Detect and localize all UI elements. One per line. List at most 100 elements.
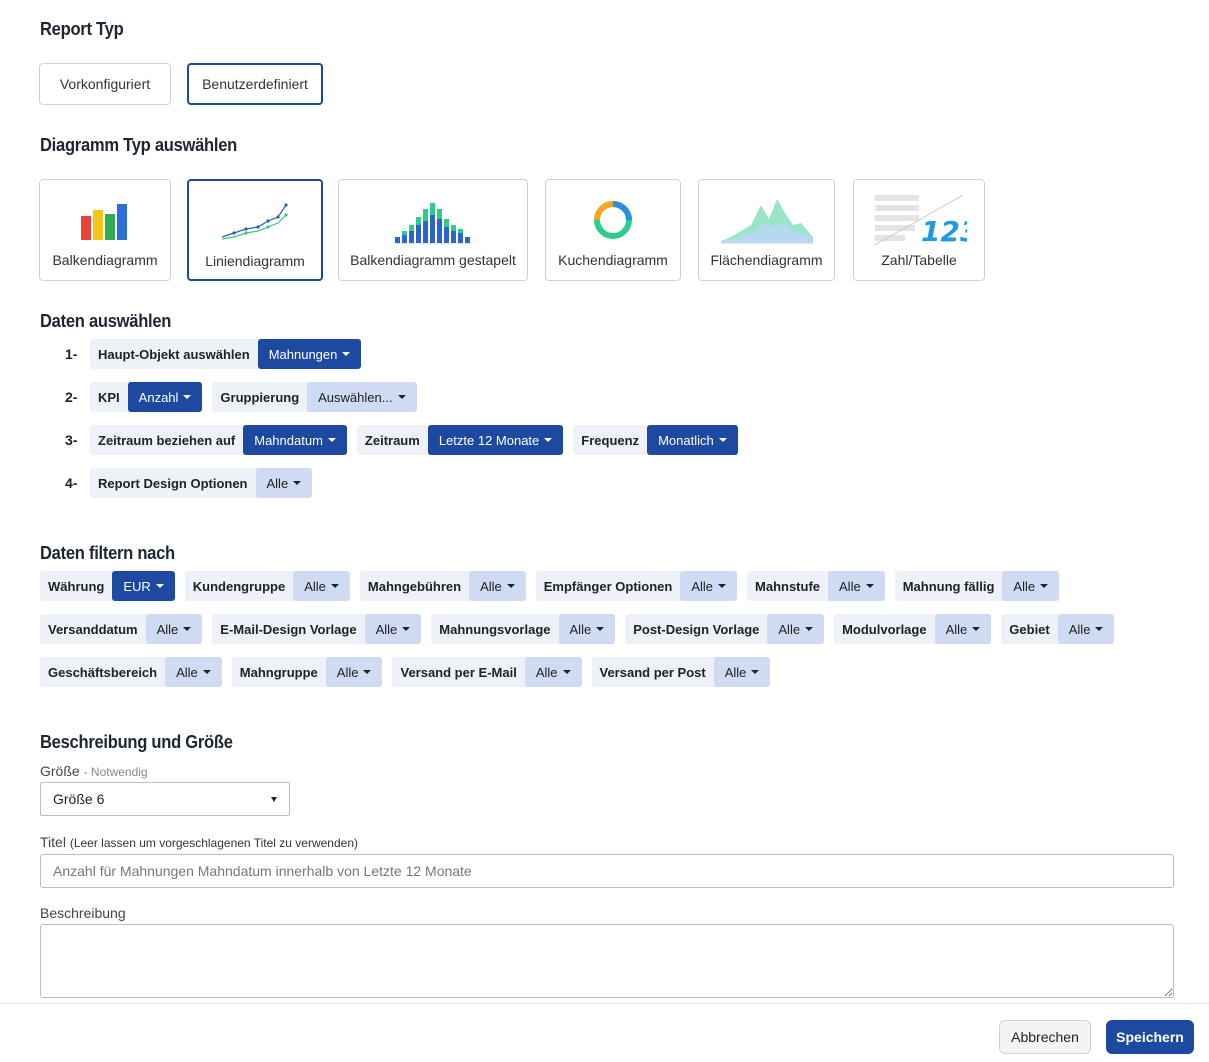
field-label: Gruppierung — [220, 389, 300, 405]
chevron-down-icon — [271, 796, 277, 802]
field-label: Geschäftsbereich — [48, 664, 158, 680]
step-number: 3- — [65, 432, 78, 448]
versand-per-post-dropdown[interactable]: Alle — [713, 657, 771, 687]
versanddatum-dropdown[interactable]: Alle — [145, 614, 203, 644]
report-type-title: Report Typ — [40, 19, 124, 39]
preconfigured-button[interactable]: Vorkonfiguriert — [39, 63, 171, 105]
data-field-frequenz: Frequenz Monatlich — [573, 425, 738, 455]
chart-card-number-table[interactable]: 123 Zahl/Tabelle — [853, 179, 985, 281]
filter-modulvorlage: Modulvorlage Alle — [834, 614, 992, 644]
report-design-optionen-dropdown[interactable]: Alle — [255, 468, 313, 498]
dropdown-value: Alle — [569, 621, 592, 637]
dropdown-value: Monatlich — [658, 432, 714, 448]
stacked-bar-chart-icon — [339, 188, 527, 252]
chart-card-area[interactable]: Flächendiagramm — [698, 179, 835, 281]
size-label: Größe - Notwendig — [40, 763, 148, 779]
size-select-value: Größe 6 — [53, 791, 105, 807]
field-label: Zeitraum — [364, 432, 420, 448]
save-button[interactable]: Speichern — [1106, 1020, 1194, 1054]
filter-e-mail-design-vorlage: E-Mail-Design Vorlage Alle — [212, 614, 422, 644]
mahnungsvorlage-dropdown[interactable]: Alle — [558, 614, 616, 644]
caret-down-icon — [506, 584, 515, 588]
field-label: Modulvorlage — [842, 621, 927, 637]
gebiet-dropdown[interactable]: Alle — [1057, 614, 1115, 644]
dropdown-value: Auswählen... — [318, 389, 393, 405]
caret-down-icon — [293, 481, 302, 485]
dropdown-value: Alle — [691, 578, 714, 594]
data-field-haupt-objekt-auswaehlen: Haupt-Objekt auswählen Mahnungen — [90, 339, 362, 369]
chart-card-stacked-bar[interactable]: Balkendiagramm gestapelt — [338, 179, 528, 281]
chart-card-line[interactable]: Liniendiagramm — [187, 179, 323, 281]
filter-versand-per-e-mail: Versand per E-Mail Alle — [392, 657, 582, 687]
caret-down-icon — [202, 670, 211, 674]
cancel-button[interactable]: Abbrechen — [999, 1020, 1091, 1054]
field-label: Gebiet — [1009, 621, 1050, 637]
caret-down-icon — [805, 627, 814, 631]
chart-card-label: Kuchendiagramm — [558, 252, 668, 268]
field-label: Mahnung fällig — [902, 578, 995, 594]
post-design-vorlage-dropdown[interactable]: Alle — [767, 614, 825, 644]
modulvorlage-dropdown[interactable]: Alle — [934, 614, 992, 644]
description-textarea[interactable] — [40, 924, 1174, 998]
zeitraum-beziehen-auf-dropdown[interactable]: Mahndatum — [243, 425, 347, 455]
caret-down-icon — [751, 670, 760, 674]
pie-chart-icon — [546, 188, 680, 252]
size-select[interactable]: Größe 6 — [40, 782, 290, 816]
field-label: Versand per Post — [599, 664, 706, 680]
field-label: Versanddatum — [48, 621, 138, 637]
dropdown-value: Alle — [336, 664, 359, 680]
zeitraum-dropdown[interactable]: Letzte 12 Monate — [427, 425, 564, 455]
filter-versand-per-post: Versand per Post Alle — [591, 657, 771, 687]
dropdown-value: Letzte 12 Monate — [438, 432, 540, 448]
filter-row: Währung EUR Kundengruppe Alle Mahngebühren Al… — [40, 571, 1069, 601]
custom-button[interactable]: Benutzerdefiniert — [187, 63, 323, 105]
title-hint-text: (Leer lassen um vorgeschlagenen Titel zu… — [69, 836, 358, 850]
filter-mahnungsvorlage: Mahnungsvorlage Alle — [431, 614, 616, 644]
field-label: Versand per E-Mail — [400, 664, 517, 680]
chart-card-pie[interactable]: Kuchendiagramm — [545, 179, 681, 281]
mahngebuehren-dropdown[interactable]: Alle — [469, 571, 526, 601]
kundengruppe-dropdown[interactable]: Alle — [293, 571, 350, 601]
frequenz-dropdown[interactable]: Monatlich — [647, 425, 738, 455]
field-label: E-Mail-Design Vorlage — [220, 621, 357, 637]
caret-down-icon — [1040, 584, 1049, 588]
haupt-objekt-auswaehlen-dropdown[interactable]: Mahnungen — [257, 339, 362, 369]
chart-card-label: Balkendiagramm — [52, 252, 158, 268]
filter-geschaeftsbereich: Geschäftsbereich Alle — [40, 657, 222, 687]
filter-waehrung: Währung EUR — [40, 571, 175, 601]
dropdown-value: Alle — [945, 621, 968, 637]
step-number: 1- — [65, 346, 78, 362]
e-mail-design-vorlage-dropdown[interactable]: Alle — [364, 614, 422, 644]
geschaeftsbereich-dropdown[interactable]: Alle — [165, 657, 222, 687]
dropdown-value: Alle — [304, 578, 326, 594]
kpi-dropdown[interactable]: Anzahl — [127, 382, 203, 412]
chart-card-bar[interactable]: Balkendiagramm — [39, 179, 171, 281]
caret-down-icon — [330, 584, 339, 588]
dropdown-value: Alle — [778, 621, 801, 637]
versand-per-e-mail-dropdown[interactable]: Alle — [524, 657, 582, 687]
title-input[interactable] — [40, 854, 1174, 888]
step-number: 2- — [65, 389, 78, 405]
empfaenger-optionen-dropdown[interactable]: Alle — [680, 571, 738, 601]
gruppierung-dropdown[interactable]: Auswählen... — [307, 382, 417, 412]
caret-down-icon — [718, 438, 727, 442]
field-label: KPI — [98, 389, 120, 405]
caret-down-icon — [363, 670, 372, 674]
caret-down-icon — [562, 670, 571, 674]
area-chart-icon — [699, 188, 834, 252]
data-field-zeitraum: Zeitraum Letzte 12 Monate — [356, 425, 564, 455]
chart-type-title: Diagramm Typ auswählen — [40, 135, 238, 155]
dropdown-value: Mahndatum — [254, 432, 323, 448]
mahnung-faellig-dropdown[interactable]: Alle — [1002, 571, 1060, 601]
mahngruppe-dropdown[interactable]: Alle — [325, 657, 383, 687]
description-title: Beschreibung und Größe — [40, 732, 233, 752]
dropdown-value: Alle — [1068, 621, 1091, 637]
dropdown-value: Alle — [480, 578, 502, 594]
dropdown-value: Alle — [176, 664, 198, 680]
filter-post-design-vorlage: Post-Design Vorlage Alle — [625, 614, 825, 644]
data-select-row: 2- KPI Anzahl Gruppierung Auswählen... — [40, 382, 427, 412]
mahnstufe-dropdown[interactable]: Alle — [828, 571, 885, 601]
waehrung-dropdown[interactable]: EUR — [112, 571, 175, 601]
description-label: Beschreibung — [40, 905, 126, 921]
size-label-text: Größe — [40, 763, 80, 779]
